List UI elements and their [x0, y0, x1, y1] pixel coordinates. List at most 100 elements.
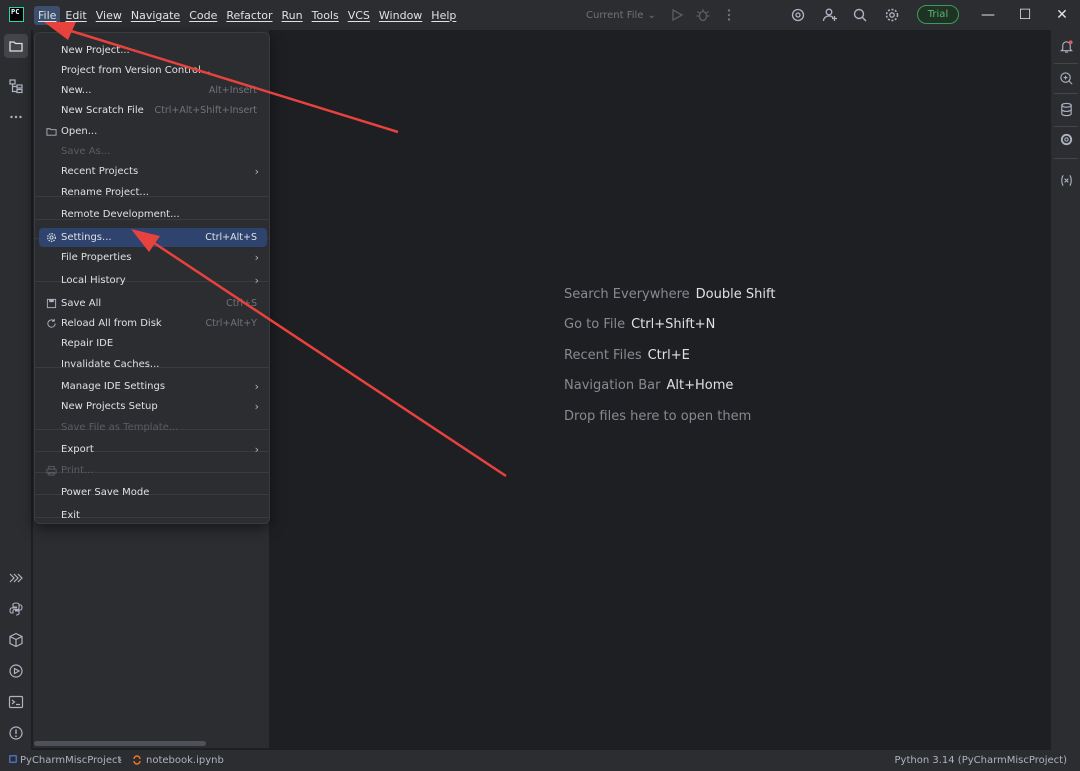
- run-configuration-label: Current File: [586, 9, 644, 21]
- terminal-icon[interactable]: [4, 690, 28, 714]
- menu-item-open[interactable]: Open...: [39, 122, 267, 141]
- menu-item-recent-projects[interactable]: Recent Projects ›: [39, 162, 267, 181]
- add-user-icon[interactable]: [820, 5, 840, 25]
- status-bar: PyCharmMiscProject › notebook.ipynb Pyth…: [0, 750, 1080, 771]
- reload-icon: [45, 317, 57, 329]
- ai-chat-icon[interactable]: [1055, 67, 1077, 89]
- hint-text: Navigation Bar: [564, 378, 661, 393]
- close-window-button[interactable]: ✕: [1044, 0, 1080, 30]
- menu-item-label: Power Save Mode: [61, 487, 150, 498]
- plugin-ring-icon[interactable]: [1055, 128, 1077, 150]
- menu-item-local-history[interactable]: Local History ›: [39, 271, 267, 290]
- problems-icon[interactable]: [4, 721, 28, 745]
- variables-icon[interactable]: [1055, 169, 1077, 191]
- expand-chevrons-icon[interactable]: [4, 566, 28, 590]
- menu-item-label: Open...: [61, 126, 98, 137]
- divider: [1054, 126, 1078, 127]
- menu-item-exit[interactable]: Exit: [39, 506, 267, 525]
- menu-file[interactable]: File: [34, 5, 61, 25]
- menu-item-label: Repair IDE: [61, 338, 114, 349]
- menu-item-label: Save File as Template...: [61, 422, 179, 433]
- right-tool-window-bar: [1050, 30, 1080, 750]
- menu-item-label: Save All: [61, 298, 102, 309]
- editor-hint: Search Everywhere Double Shift: [564, 287, 775, 302]
- services-icon[interactable]: [4, 659, 28, 683]
- chevron-down-icon: ⌄: [647, 9, 656, 21]
- divider: [1054, 63, 1078, 64]
- menu-item-new[interactable]: New... Alt+Insert: [39, 81, 267, 100]
- search-icon[interactable]: [850, 5, 870, 25]
- menu-run[interactable]: Run: [278, 6, 307, 25]
- menu-item-project-from-version-control[interactable]: Project from Version Control...: [39, 61, 267, 80]
- title-bar: PC File Edit View Navigate Code Refactor Run To…: [0, 0, 1080, 30]
- run-icon[interactable]: [667, 5, 687, 25]
- menu-vcs[interactable]: VCS: [344, 6, 374, 25]
- menu-item-reload-all-from-disk[interactable]: Reload All from Disk Ctrl+Alt+Y: [39, 314, 267, 333]
- folder-icon: [45, 125, 57, 137]
- notifications-bell-icon[interactable]: [1055, 35, 1077, 57]
- menu-item-label: Recent Projects: [61, 166, 139, 177]
- menu-item-label: New Project...: [61, 45, 130, 56]
- python-console-icon[interactable]: [4, 597, 28, 621]
- menu-item-save-file-as-template: Save File as Template...: [39, 418, 267, 437]
- divider: [1054, 93, 1078, 94]
- editor-hint: Go to File Ctrl+Shift+N: [564, 317, 715, 332]
- menu-edit[interactable]: Edit: [61, 6, 90, 25]
- menu-refactor[interactable]: Refactor: [222, 6, 276, 25]
- chevron-right-icon: ›: [254, 251, 259, 264]
- hint-shortcut: Alt+Home: [666, 378, 734, 393]
- menu-item-new-project[interactable]: New Project...: [39, 41, 267, 60]
- trial-badge[interactable]: Trial: [917, 5, 959, 24]
- menu-item-label: New Projects Setup: [61, 401, 158, 412]
- menu-item-label: Save As...: [61, 146, 111, 157]
- more-tools-icon[interactable]: [4, 105, 28, 129]
- menu-item-settings[interactable]: Settings... Ctrl+Alt+S: [39, 228, 267, 247]
- menu-item-remote-development[interactable]: Remote Development...: [39, 205, 267, 224]
- menu-code[interactable]: Code: [185, 6, 221, 25]
- menu-item-file-properties[interactable]: File Properties ›: [39, 248, 267, 267]
- menu-item-label: Invalidate Caches...: [61, 359, 160, 370]
- ai-assistant-icon[interactable]: [788, 5, 808, 25]
- menu-window[interactable]: Window: [375, 6, 426, 25]
- menu-item-rename-project[interactable]: Rename Project...: [39, 183, 267, 202]
- project-module-icon: [9, 755, 17, 766]
- menu-item-power-save-mode[interactable]: Power Save Mode: [39, 483, 267, 502]
- horizontal-scrollbar[interactable]: [34, 741, 206, 746]
- main-menu-bar: File Edit View Navigate Code Refactor Run Tools…: [34, 0, 461, 30]
- python-packages-icon[interactable]: [4, 628, 28, 652]
- breadcrumb-file[interactable]: notebook.ipynb: [146, 755, 224, 766]
- debug-icon[interactable]: [693, 5, 713, 25]
- editor-area[interactable]: Search Everywhere Double Shift Go to File C…: [272, 33, 1048, 747]
- database-icon[interactable]: [1055, 98, 1077, 120]
- menu-item-manage-ide-settings[interactable]: Manage IDE Settings ›: [39, 377, 267, 396]
- hint-text: Search Everywhere: [564, 287, 690, 302]
- menu-item-shortcut: Ctrl+Alt+S: [205, 232, 257, 243]
- menu-item-new-projects-setup[interactable]: New Projects Setup ›: [39, 397, 267, 416]
- python-interpreter-widget[interactable]: Python 3.14 (PyCharmMiscProject): [895, 755, 1068, 766]
- more-actions-icon[interactable]: [719, 5, 739, 25]
- print-icon: [45, 464, 57, 476]
- menu-item-invalidate-caches[interactable]: Invalidate Caches...: [39, 355, 267, 374]
- maximize-button[interactable]: ☐: [1007, 0, 1043, 30]
- menu-tools[interactable]: Tools: [308, 6, 343, 25]
- menu-item-export[interactable]: Export ›: [39, 440, 267, 459]
- menu-item-shortcut: Alt+Insert: [208, 85, 257, 96]
- menu-item-repair-ide[interactable]: Repair IDE: [39, 334, 267, 353]
- editor-hint: Recent Files Ctrl+E: [564, 348, 690, 363]
- menu-view[interactable]: View: [92, 6, 126, 25]
- pycharm-logo[interactable]: PC: [9, 7, 24, 22]
- project-folder-icon[interactable]: [4, 34, 28, 58]
- menu-item-new-scratch-file[interactable]: New Scratch File Ctrl+Alt+Shift+Insert: [39, 101, 267, 120]
- structure-icon[interactable]: [4, 74, 28, 98]
- breadcrumb-project[interactable]: PyCharmMiscProject: [20, 755, 121, 766]
- menu-item-save-all[interactable]: Save All Ctrl+S: [39, 294, 267, 313]
- run-configuration-selector[interactable]: Current File ⌄: [586, 6, 656, 24]
- minimize-button[interactable]: —: [970, 0, 1006, 30]
- menu-navigate[interactable]: Navigate: [127, 6, 184, 25]
- menu-help[interactable]: Help: [427, 6, 460, 25]
- menu-item-label: Rename Project...: [61, 187, 149, 198]
- menu-item-label: Local History: [61, 275, 126, 286]
- settings-gear-icon[interactable]: [882, 5, 902, 25]
- menu-item-label: File Properties: [61, 252, 132, 263]
- chevron-right-icon: ›: [254, 380, 259, 393]
